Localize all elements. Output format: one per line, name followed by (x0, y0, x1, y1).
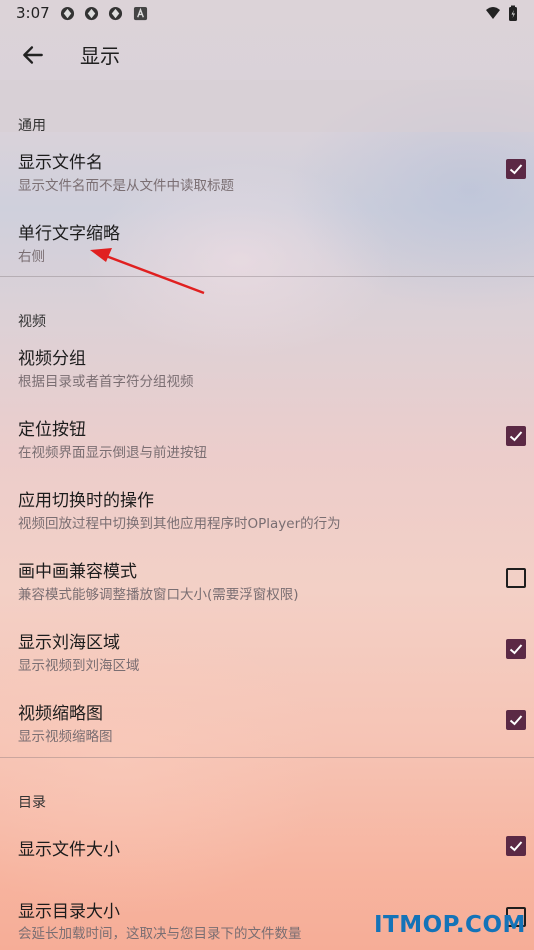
watermark: ITMOP.COM (374, 912, 526, 938)
annotation-arrow-icon (90, 248, 205, 295)
